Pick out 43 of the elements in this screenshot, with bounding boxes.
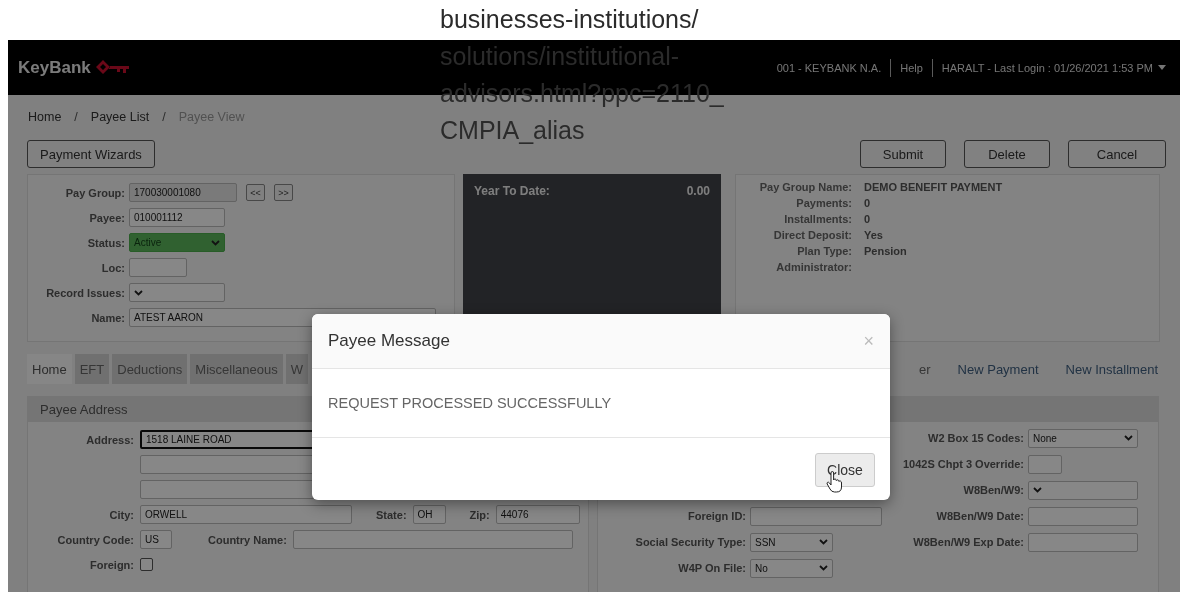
summary-value: Pension: [864, 245, 908, 257]
field-label: Payee:: [88, 211, 125, 224]
summary-label: Payments:: [795, 197, 852, 209]
field-label: Status:: [86, 236, 125, 249]
panel-title: Payee Address: [40, 402, 128, 417]
summary-label: Pay Group Name:: [758, 181, 852, 193]
breadcrumb-separator: /: [74, 110, 78, 125]
field-label: W4P On File:: [677, 562, 746, 574]
field-label: Social Security Type:: [634, 536, 746, 548]
field-label: Country Name:: [208, 533, 287, 546]
field-label: Address:: [85, 433, 134, 446]
summary-label: Plan Type:: [796, 245, 852, 257]
dialog-title: Payee Message: [328, 331, 450, 351]
ytd-value: 0.00: [686, 184, 710, 200]
overlay-caption-text: CMPIA_alias: [440, 115, 586, 146]
summary-label: Direct Deposit:: [772, 229, 852, 241]
summary-value: DEMO BENEFIT PAYMENT: [864, 181, 1004, 193]
organization-label: 001 - KEYBANK N.A.: [776, 61, 882, 74]
logo-text: KeyBank: [18, 57, 91, 78]
field-label: Record Issues:: [45, 286, 125, 299]
field-label: Foreign ID:: [686, 510, 746, 522]
summary-label: Administrator:: [775, 261, 852, 273]
field-label: City:: [108, 508, 134, 521]
field-label: Country Code:: [56, 533, 134, 546]
dialog-message: REQUEST PROCESSED SUCCESSFULLY: [328, 395, 612, 411]
field-label: Name:: [90, 311, 125, 324]
field-label: Zip:: [469, 508, 490, 521]
field-label: W8Ben/W9 Exp Date:: [912, 536, 1024, 548]
summary-value: 0: [864, 213, 872, 225]
field-label: W2 Box 15 Codes:: [927, 432, 1024, 444]
summary-label: Installments:: [783, 213, 852, 225]
field-label: W8Ben/W9 Date:: [935, 510, 1024, 522]
field-label: Loc:: [100, 261, 125, 274]
field-label: Pay Group:: [64, 186, 125, 199]
field-label: 1042S Chpt 3 Override:: [901, 458, 1024, 470]
overlay-caption-text: businesses-institutions/: [440, 4, 700, 35]
breadcrumb-separator: /: [162, 110, 166, 125]
field-label: W8Ben/W9:: [962, 484, 1024, 496]
ytd-label: Year To Date:: [474, 184, 550, 200]
field-label: Foreign:: [89, 558, 134, 571]
summary-value: 0: [864, 197, 872, 209]
field-label: State:: [376, 508, 407, 521]
summary-value: Yes: [864, 229, 884, 241]
